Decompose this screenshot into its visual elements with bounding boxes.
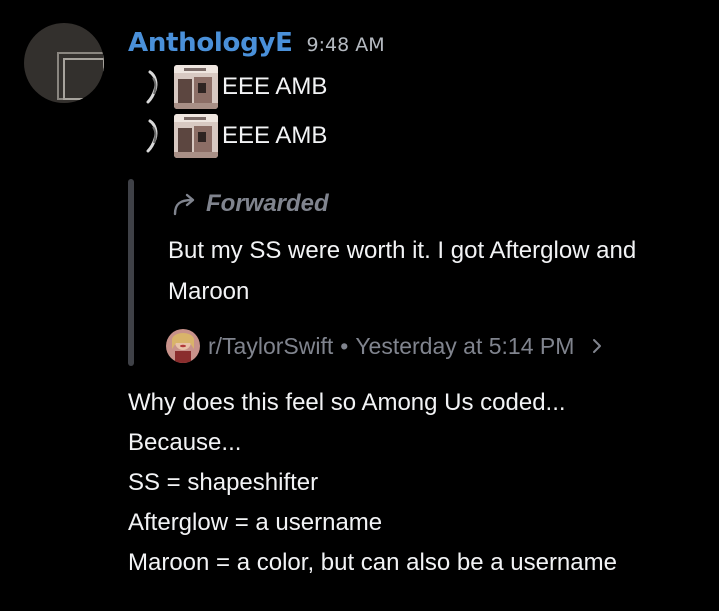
forward-arrow-icon bbox=[173, 193, 195, 216]
message-timestamp[interactable]: 9:48 AM bbox=[307, 34, 385, 56]
source-timestamp: Yesterday at 5:14 PM bbox=[355, 332, 575, 359]
overlapping-squares-icon bbox=[57, 52, 104, 100]
chevron-right-icon bbox=[593, 339, 602, 353]
forwarded-label: Forwarded bbox=[172, 187, 329, 221]
subreddit-avatar-icon bbox=[166, 329, 200, 363]
message-header: AnthologyE 9:48 AM bbox=[128, 28, 385, 64]
forwarded-text: Forwarded bbox=[206, 190, 329, 217]
message-line: Afterglow = a username bbox=[128, 509, 383, 536]
forwarded-message-text: But my SS were worth it. I got Afterglow… bbox=[168, 237, 637, 305]
forward-quote-bar bbox=[128, 179, 134, 366]
mini-figure-icon bbox=[146, 70, 158, 104]
source-separator: • bbox=[340, 332, 349, 359]
attachment-row[interactable]: EEE AMB bbox=[144, 65, 327, 109]
author-name[interactable]: AnthologyE bbox=[128, 28, 293, 58]
message-line: Because... bbox=[128, 429, 242, 456]
message-line: Maroon = a color, but can also be a user… bbox=[128, 549, 617, 576]
forward-source-link[interactable]: r/TaylorSwift • Yesterday at 5:14 PM bbox=[166, 328, 604, 364]
attachment-row[interactable]: EEE AMB bbox=[144, 114, 327, 158]
mini-figure-icon bbox=[146, 119, 158, 153]
album-cover-thumbnail[interactable] bbox=[174, 65, 218, 109]
attachment-label: EEE AMB bbox=[222, 122, 328, 149]
attachment-label: EEE AMB bbox=[222, 73, 328, 100]
message-line: SS = shapeshifter bbox=[128, 469, 319, 496]
source-name: r/TaylorSwift bbox=[208, 332, 334, 359]
album-cover-thumbnail[interactable] bbox=[174, 114, 218, 158]
message-content: Why does this feel so Among Us coded... … bbox=[128, 383, 708, 583]
message-line: Why does this feel so Among Us coded... bbox=[128, 389, 566, 416]
user-avatar[interactable] bbox=[24, 23, 104, 103]
